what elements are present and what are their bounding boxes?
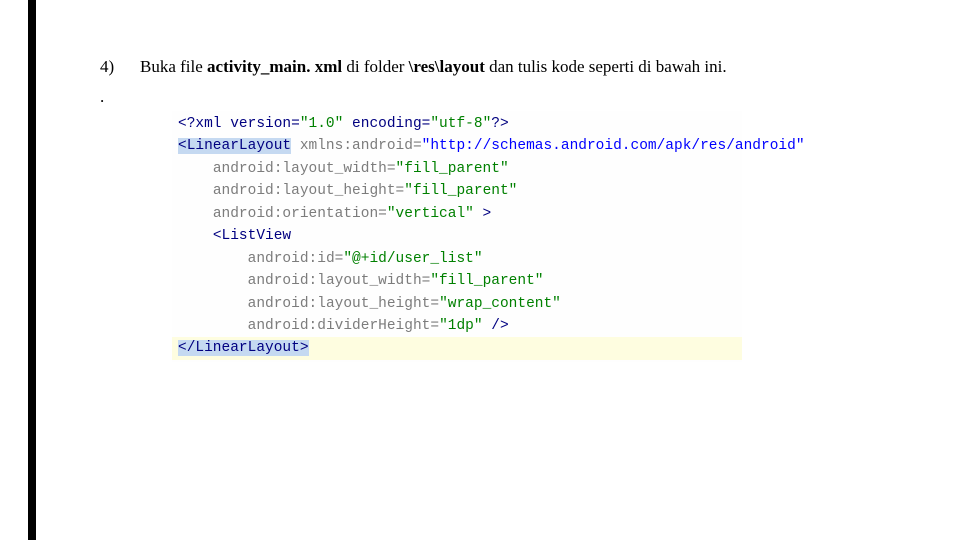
instr-mid: di folder <box>342 57 409 76</box>
code-line-8: android:layout_width="fill_parent" <box>172 270 742 292</box>
instr-path: \res\layout <box>409 57 485 76</box>
code-line-2: <LinearLayout xmlns:android="http://sche… <box>172 135 742 157</box>
val-lv-width: "fill_parent" <box>430 273 543 289</box>
code-line-7: android:id="@+id/user_list" <box>172 248 742 270</box>
xmlns-val: "http://schemas.android.com/apk/res/andr… <box>422 138 805 154</box>
attr-divider: android:dividerHeight= <box>248 318 439 334</box>
val-lv-height: "wrap_content" <box>439 296 561 312</box>
xml-enc-val: "utf-8" <box>430 116 491 132</box>
listview-open: <ListView <box>213 228 291 244</box>
code-line-11: </LinearLayout> <box>172 337 742 359</box>
left-accent-bar <box>28 0 36 540</box>
xml-decl-close: ?> <box>491 116 508 132</box>
xml-enc-attr: encoding= <box>343 116 430 132</box>
bullet-dot: . <box>100 87 920 107</box>
code-line-3: android:layout_width="fill_parent" <box>172 158 742 180</box>
xmlns-attr: xmlns:android= <box>291 138 422 154</box>
val-height: "fill_parent" <box>404 183 517 199</box>
code-line-1: <?xml version="1.0" encoding="utf-8"?> <box>172 113 742 135</box>
instr-pre: Buka file <box>140 57 207 76</box>
val-id: "@+id/user_list" <box>343 251 482 267</box>
linearlayout-open: <LinearLayout <box>178 138 291 154</box>
code-block: <?xml version="1.0" encoding="utf-8"?> <… <box>172 111 742 362</box>
attr-lv-width: android:layout_width= <box>248 273 431 289</box>
attr-id: android:id= <box>248 251 344 267</box>
code-line-9: android:layout_height="wrap_content" <box>172 293 742 315</box>
code-line-5: android:orientation="vertical" > <box>172 203 742 225</box>
code-line-6: <ListView <box>172 225 742 247</box>
list-number: 4) <box>100 55 140 79</box>
val-divider: "1dp" <box>439 318 483 334</box>
linearlayout-close: </LinearLayout> <box>178 340 309 356</box>
code-line-10: android:dividerHeight="1dp" /> <box>172 315 742 337</box>
attr-height: android:layout_height= <box>213 183 404 199</box>
val-width: "fill_parent" <box>396 161 509 177</box>
listview-end: /> <box>483 318 509 334</box>
instr-file: activity_main. xml <box>207 57 342 76</box>
xml-version-val: "1.0" <box>300 116 344 132</box>
val-orient: "vertical" <box>387 206 474 222</box>
attr-lv-height: android:layout_height= <box>248 296 439 312</box>
code-line-4: android:layout_height="fill_parent" <box>172 180 742 202</box>
attr-width: android:layout_width= <box>213 161 396 177</box>
instruction-line: 4)Buka file activity_main. xml di folder… <box>100 55 920 79</box>
xml-decl-open: <?xml version= <box>178 116 300 132</box>
slide-content: 4)Buka file activity_main. xml di folder… <box>100 55 920 362</box>
attr-orient: android:orientation= <box>213 206 387 222</box>
instr-post: dan tulis kode seperti di bawah ini. <box>485 57 727 76</box>
tag-close-gt: > <box>474 206 491 222</box>
